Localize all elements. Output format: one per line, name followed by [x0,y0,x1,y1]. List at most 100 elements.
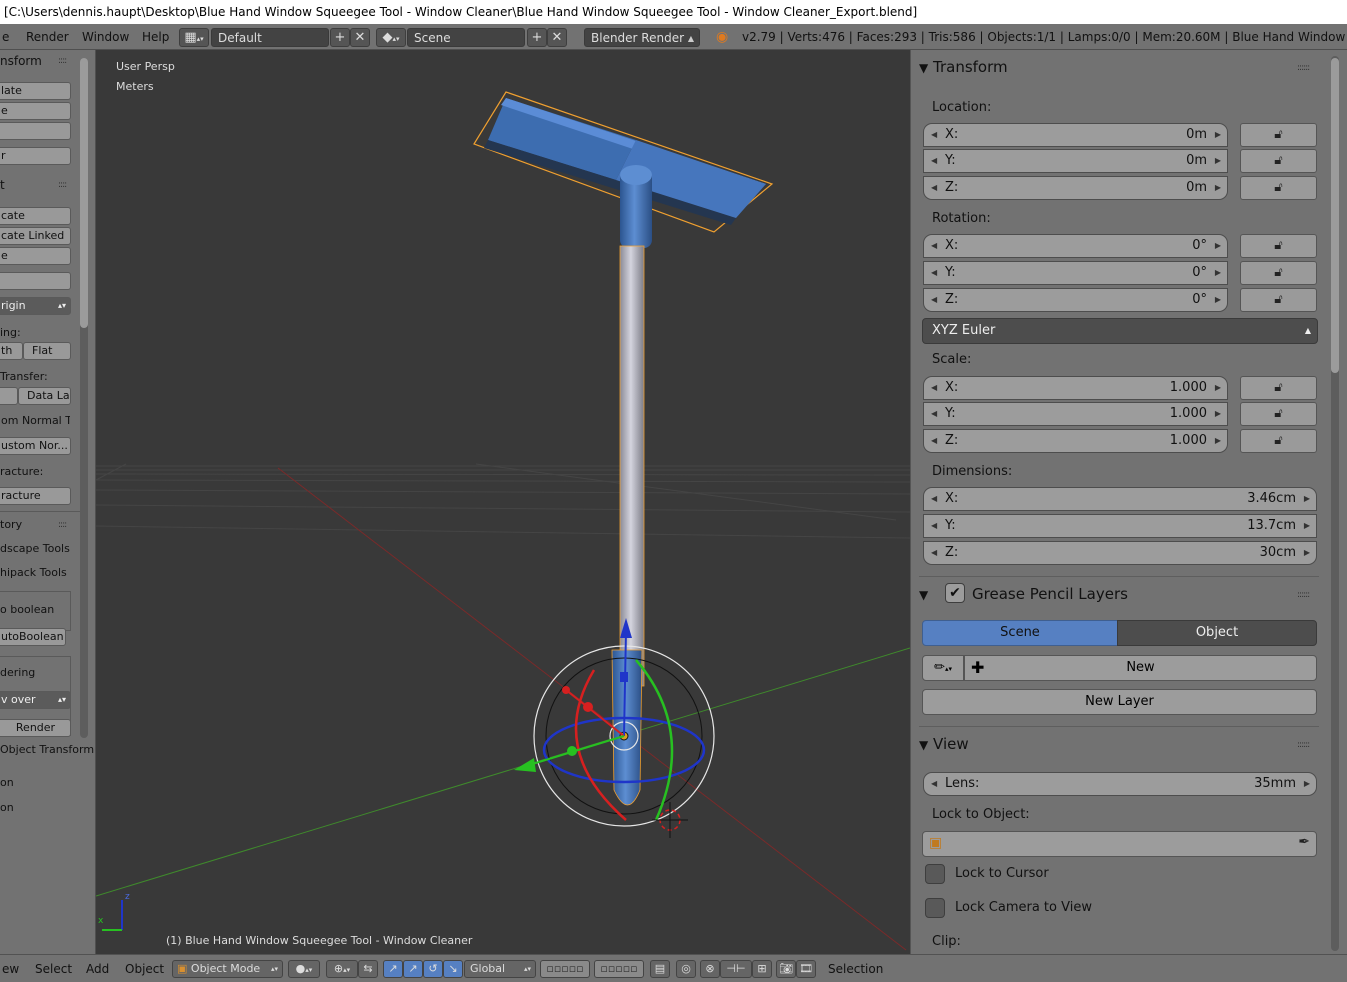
screen-layout-select[interactable]: Default [211,28,329,47]
layers-toggle-icon[interactable]: ⇆ [358,960,378,978]
rotate-button[interactable]: e [0,102,71,120]
custom-normal-button[interactable]: om Normal T... [0,412,71,430]
scale-y-field[interactable]: ◀ Y: 1.000 ▶ [923,402,1228,426]
lock-rotation-x-icon[interactable]: 🔓︎ [1240,234,1317,258]
viewport-canvas[interactable] [96,50,910,954]
duplicate-linked-button[interactable]: cate Linked [0,227,71,245]
menu-add[interactable]: Add [86,955,109,982]
pivot-point-icon[interactable]: ⊕▴▾ [326,960,358,978]
rotation-mode-select[interactable]: XYZ Euler ▲ [922,318,1318,344]
pencil-icon[interactable]: ✏▴▾ [922,655,964,681]
grip-icon[interactable]: :::::: [1297,63,1310,73]
add-scene-icon[interactable]: + [527,28,547,47]
autoboolean-button[interactable]: utoBoolean [0,628,66,646]
add-layout-icon[interactable]: + [330,28,350,47]
opengl-render-icon[interactable]: 📷︎ [776,960,796,978]
properties-scroll-thumb[interactable] [1331,58,1339,373]
scale-z-field[interactable]: ◀ Z: 1.000 ▶ [923,429,1228,453]
lock-to-cursor-label[interactable]: Lock to Cursor [955,866,1049,881]
dimensions-z-field[interactable]: ◀ Z: 30cm ▶ [923,541,1317,565]
history-tab[interactable]: tory [0,518,22,531]
layer-buttons-2[interactable]: ▫▫▫▫▫ [594,960,644,978]
delete-button[interactable]: e [0,247,71,265]
grease-pencil-enable-checkbox[interactable]: ✔ [945,583,965,603]
menu-object[interactable]: Object [125,955,164,982]
mirror-button[interactable]: r [0,147,71,165]
tab-object[interactable]: Object [1117,620,1317,646]
lock-rotation-y-icon[interactable]: 🔓︎ [1240,261,1317,285]
grip-icon[interactable]: :::::: [1297,740,1310,750]
custom-normal-2-button[interactable]: ustom Nor... [0,437,71,455]
data-layers-button[interactable]: Data La [18,387,71,405]
scale-x-field[interactable]: ◀ X: 1.000 ▶ [923,376,1228,400]
menu-view[interactable]: ew [2,955,19,982]
view-panel-header[interactable]: ▼ View [919,729,1329,759]
mode-select[interactable]: ▣ Object Mode ▴▾ [172,960,283,978]
lock-to-cursor-checkbox[interactable] [925,864,945,884]
rotation-x-field[interactable]: ◀ X: 0° ▶ [923,234,1228,258]
menu-select[interactable]: Select [35,955,72,982]
shipack-tools-tab[interactable]: hipack Tools [0,566,67,579]
dimensions-x-field[interactable]: ◀ X: 3.46cm ▶ [923,487,1317,511]
scale-manip-icon[interactable]: ↘ [443,960,463,978]
lock-location-z-icon[interactable]: 🔓︎ [1240,176,1317,200]
location-x-field[interactable]: ◀ X: 0m ▶ [923,123,1228,147]
collapse-arrow-icon[interactable]: ▼ [919,738,928,752]
eyedropper-icon[interactable]: ✒ [1298,834,1310,850]
manipulator-toggle-icon[interactable]: ↗ [383,960,403,978]
lock-camera-checkbox[interactable] [925,898,945,918]
fracture-button[interactable]: racture [0,487,71,505]
over-select[interactable]: v over ▴▾ [0,691,71,709]
tool-shelf-scroll-thumb[interactable] [80,58,88,328]
3d-viewport[interactable]: User Persp Meters (1) Blue Hand Window S… [96,50,910,954]
grip-icon[interactable]: :::::: [1297,590,1310,600]
lock-camera-label[interactable]: Lock Camera to View [955,900,1092,915]
shading-mode-icon[interactable]: ●▴▾ [288,960,320,978]
tools-edit-header[interactable]: t [0,178,5,192]
lock-scale-x-icon[interactable]: 🔓︎ [1240,376,1317,400]
flat-button[interactable]: Flat [23,342,71,360]
lock-scale-y-icon[interactable]: 🔓︎ [1240,402,1317,426]
grip-icon[interactable]: :::: [58,180,67,190]
menu-file[interactable]: e [2,24,9,50]
lock-scale-z-icon[interactable]: 🔓︎ [1240,429,1317,453]
transform-orientation-select[interactable]: Global ▴▾ [464,960,536,978]
landscape-tools-tab[interactable]: dscape Tools [0,542,70,555]
rotation-y-field[interactable]: ◀ Y: 0° ▶ [923,261,1228,285]
translate-manip-icon[interactable]: ↗ [403,960,423,978]
snap-element-icon[interactable]: ⊣⊢ [720,960,752,978]
dimensions-y-field[interactable]: ◀ Y: 13.7cm ▶ [923,514,1317,538]
menu-window[interactable]: Window [82,24,129,50]
boolean-label[interactable]: o boolean [0,603,54,616]
new-layer-button[interactable]: New Layer [922,689,1317,715]
collapse-arrow-icon[interactable]: ▼ [919,588,928,602]
snap-icon[interactable]: ⊗ [700,960,720,978]
rotation-z-field[interactable]: ◀ Z: 0° ▶ [923,288,1228,312]
smooth-button[interactable]: th [0,342,23,360]
lock-location-y-icon[interactable]: 🔓︎ [1240,149,1317,173]
scale-button[interactable] [0,122,71,140]
proportional-edit-icon[interactable]: ◎ [676,960,696,978]
remove-layout-icon[interactable]: ✕ [350,28,370,47]
layer-buttons-1[interactable]: ▫▫▫▫▫ [540,960,590,978]
data-button[interactable] [0,387,18,405]
rotate-manip-icon[interactable]: ↺ [423,960,443,978]
menu-render[interactable]: Render [26,24,69,50]
snap-target-icon[interactable]: ⊞ [752,960,772,978]
join-button[interactable] [0,272,71,290]
screen-layout-icon[interactable]: ▦▴▾ [179,28,209,47]
collapse-arrow-icon[interactable]: ▼ [919,61,928,75]
menu-help[interactable]: Help [142,24,169,50]
scene-icon[interactable]: ◆▴▾ [376,28,406,47]
lock-rotation-z-icon[interactable]: 🔓︎ [1240,288,1317,312]
transform-panel-header[interactable]: ▼ Transform [919,52,1329,82]
scene-select[interactable]: Scene [407,28,525,47]
object-transform-tab[interactable]: Object Transform [0,743,94,756]
lens-field[interactable]: ◀ Lens: 35mm ▶ [923,772,1317,796]
remove-scene-icon[interactable]: ✕ [547,28,567,47]
lock-layers-icon[interactable]: ▤ [650,960,670,978]
lock-location-x-icon[interactable]: 🔓︎ [1240,123,1317,147]
translate-button[interactable]: late [0,82,71,100]
duplicate-button[interactable]: cate [0,207,71,225]
tools-transform-header[interactable]: nsform [0,54,42,68]
